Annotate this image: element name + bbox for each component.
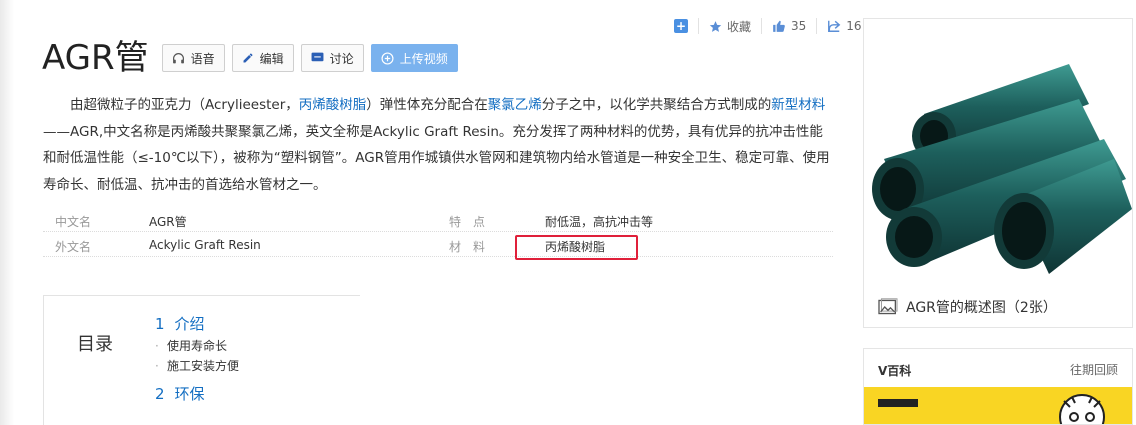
like-button[interactable]: 35 [772,19,806,33]
album-caption: AGR管的概述图（2张） [878,297,1057,317]
info-value: AGR管 [149,215,187,229]
share-button[interactable]: 16 [827,19,862,33]
upload-video-label: 上传视频 [399,51,448,66]
edit-label: 编辑 [259,51,284,66]
link-pvc[interactable]: 聚氯乙烯 [488,97,542,113]
toc-divider [43,295,360,296]
pencil-icon [243,53,253,63]
info-label: 材 料 [449,240,486,254]
image-icon [878,298,898,315]
divider [816,18,818,34]
discuss-label: 讨论 [329,51,354,66]
cartoon-face-icon [878,394,1105,424]
summary-album-card[interactable]: AGR管的概述图（2张） [863,18,1133,328]
vbaike-card: V百科 往期回顾 [863,348,1133,425]
link-acrylic-resin[interactable]: 丙烯酸树脂 [299,97,367,113]
info-label: 特 点 [449,215,486,229]
past-issues-link[interactable]: 往期回顾 [1070,361,1118,378]
thumbs-up-icon [773,20,785,32]
title-row: AGR管 语音 编辑 讨论 上传视频 [42,38,465,78]
share-icon [828,20,841,32]
toc-subitem[interactable]: 施工安装方便 [155,356,239,376]
pipes-image [872,64,1132,274]
info-row: 中文名 AGR管 特 点 耐低温，高抗冲击等 [43,207,833,232]
toc-item-environment[interactable]: 2 环保 [155,382,239,406]
edit-button[interactable]: 编辑 [231,44,294,72]
collect-label: 收藏 [727,19,752,34]
discuss-button[interactable]: 讨论 [300,44,364,72]
basic-info-table: 中文名 AGR管 特 点 耐低温，高抗冲击等 外文名 Ackylic Graft… [43,207,833,257]
toc-title: 目录 [77,334,113,355]
star-icon [709,20,722,32]
page-title: AGR管 [42,38,149,78]
info-label: 中文名 [55,215,92,229]
add-icon[interactable]: + [674,19,688,33]
info-row: 外文名 Ackylic Graft Resin 材 料 丙烯酸树脂 [43,232,833,257]
top-stats-bar: + 收藏 35 16 [674,16,862,36]
collect-button[interactable]: 收藏 [709,18,751,35]
summary-paragraph: 由超微粒子的亚克力（Acrylieester，丙烯酸树脂）弹性体充分配合在聚氯乙… [43,97,830,193]
voice-label: 语音 [190,51,215,66]
info-label: 外文名 [55,240,92,254]
upload-video-button[interactable]: 上传视频 [370,44,458,72]
plus-circle-icon [381,51,394,65]
divider [698,18,699,34]
share-count: 16 [846,19,862,33]
chat-icon [311,52,324,62]
info-value: Ackylic Graft Resin [149,238,261,252]
toc-item-intro[interactable]: 1 介绍 [155,312,239,336]
highlight-box [515,235,638,260]
toc-divider [43,295,44,425]
link-new-material[interactable]: 新型材料 [771,97,825,113]
headphones-icon [172,52,184,63]
divider [761,18,763,34]
like-count: 35 [791,19,807,33]
vbaike-header: V百科 往期回顾 [864,349,1132,387]
info-value: 耐低温，高抗冲击等 [545,215,654,229]
voice-button[interactable]: 语音 [161,44,225,72]
toc-list: 1介绍 使用寿命长 施工安装方便 2环保 [155,312,239,406]
toc-subitem[interactable]: 使用寿命长 [155,336,239,356]
vbaike-title: V百科 [878,364,912,378]
vbaike-banner[interactable] [864,387,1132,424]
left-edge-shadow [0,0,14,425]
